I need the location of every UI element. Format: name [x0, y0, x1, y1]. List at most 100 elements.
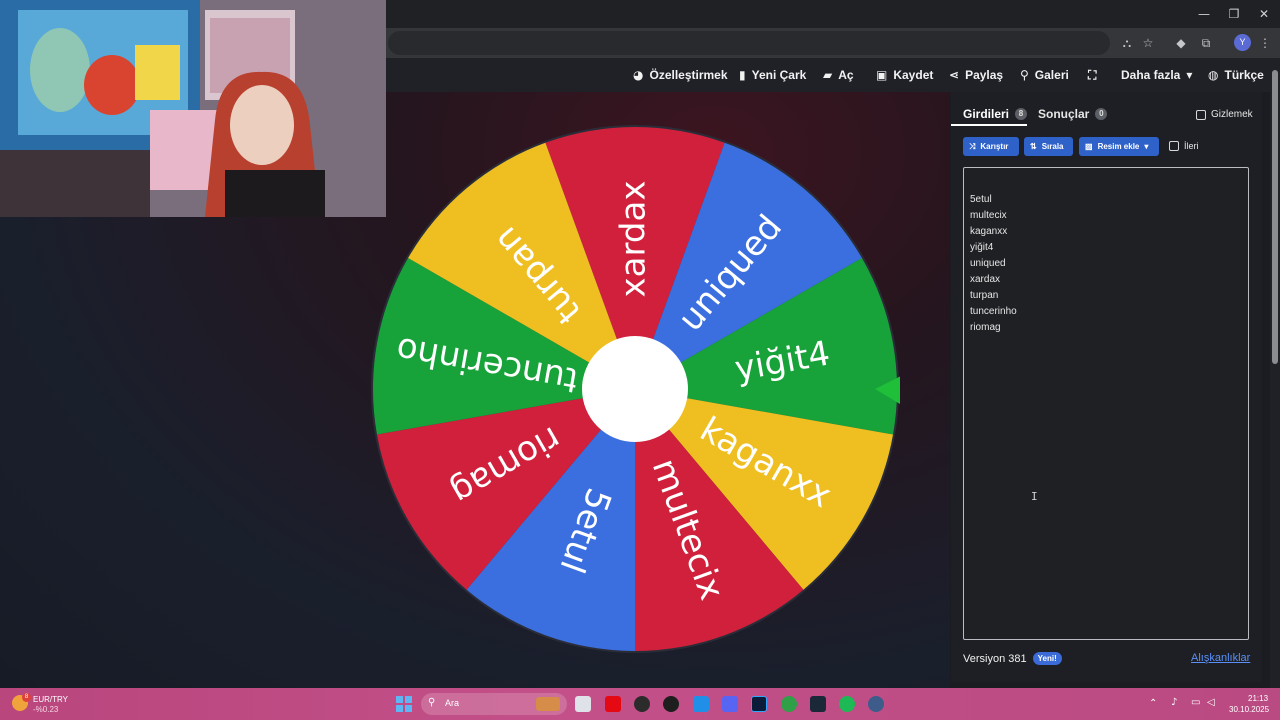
tab-entries-label: Girdileri: [963, 107, 1010, 121]
editor-icon[interactable]: [693, 696, 709, 712]
sort-button[interactable]: ⇅ Sırala: [1024, 137, 1073, 156]
active-tab-indicator: [951, 124, 1027, 126]
wheel-center-hub[interactable]: [582, 336, 688, 442]
sort-icon: ⇅: [1030, 142, 1037, 151]
search-icon: ⚲: [1020, 68, 1029, 82]
app-icon[interactable]: [663, 696, 679, 712]
advanced-checkbox[interactable]: İleri: [1169, 141, 1199, 151]
url-omnibox[interactable]: [388, 31, 1110, 55]
scrollbar-thumb[interactable]: [1272, 70, 1278, 364]
webcam-image: [0, 0, 386, 217]
open-button[interactable]: ▰ Aç: [823, 67, 854, 83]
globe-icon: ◍: [1208, 68, 1219, 82]
webcam-overlay: [0, 0, 386, 217]
entries-count-badge: 8: [1015, 108, 1028, 120]
puzzle-icon[interactable]: ⧉: [1197, 34, 1215, 52]
entry-line: yiğit4: [970, 242, 994, 253]
extension-icon[interactable]: ◆: [1172, 34, 1190, 52]
entries-textarea[interactable]: 5etul multecix kaganxx yiğit4 uniqued xa…: [963, 167, 1249, 640]
gallery-label: Galeri: [1034, 68, 1069, 82]
page-scrollbar[interactable]: [1270, 58, 1280, 688]
hide-label: Gizlemek: [1211, 109, 1253, 120]
entry-line: tuncerinho: [970, 306, 1017, 317]
network-icon[interactable]: ▭: [1191, 697, 1200, 708]
discord-icon[interactable]: [722, 696, 738, 712]
hide-checkbox[interactable]: Gizlemek: [1196, 109, 1253, 120]
advanced-checkbox-box[interactable]: [1169, 141, 1179, 151]
gallery-button[interactable]: ⚲ Galeri: [1020, 67, 1069, 83]
ticker-change: -%0.23: [33, 705, 59, 714]
language-button[interactable]: ◍ Türkçe: [1208, 67, 1264, 83]
add-image-button[interactable]: ▨ Resim ekle ▾: [1079, 137, 1159, 156]
entry-line: xardax: [970, 274, 1001, 285]
microphone-icon[interactable]: ♪: [1171, 697, 1177, 708]
clock-date[interactable]: 30.10.2025: [1229, 705, 1269, 714]
obs-icon[interactable]: [634, 696, 650, 712]
ticker-name: EUR/TRY: [33, 695, 68, 704]
language-label: Türkçe: [1224, 68, 1264, 82]
bookmark-star-icon[interactable]: ☆: [1139, 34, 1157, 52]
caret-down-icon: ▾: [1144, 142, 1149, 151]
entry-line: riomag: [970, 322, 1001, 333]
entry-line: 5etul: [970, 194, 992, 205]
save-icon: ▣: [876, 68, 888, 82]
task-view-icon[interactable]: [575, 696, 591, 712]
add-image-label: Resim ekle: [1097, 142, 1140, 151]
entry-line: uniqued: [970, 258, 1006, 269]
maximize-button[interactable]: ❐: [1224, 5, 1244, 23]
more-button[interactable]: Daha fazla ▾: [1121, 67, 1192, 83]
share-label: Paylaş: [965, 68, 1004, 82]
file-icon: ▮: [739, 68, 746, 82]
save-button[interactable]: ▣ Kaydet: [876, 67, 933, 83]
tab-results-label: Sonuçlar: [1038, 107, 1090, 121]
tab-entries[interactable]: Girdileri 8: [963, 107, 1028, 121]
folder-open-icon: ▰: [823, 68, 833, 82]
search-icon: ⚲: [428, 697, 436, 708]
hide-checkbox-box[interactable]: [1196, 109, 1206, 120]
spin-wheel[interactable]: xardax uniqued yiğit4 kaganxx multecix 5etul r…: [370, 124, 900, 654]
customize-button[interactable]: ◕ Özelleştirmek: [633, 67, 728, 83]
preferences-link[interactable]: Alışkanlıklar: [1191, 652, 1250, 664]
netflix-icon[interactable]: [605, 696, 621, 712]
tab-results[interactable]: Sonuçlar 0: [1038, 107, 1108, 121]
advanced-label: İleri: [1184, 141, 1199, 151]
taskbar-search[interactable]: ⚲ Ara: [421, 693, 567, 715]
palette-icon: ◕: [633, 68, 644, 82]
start-windows-icon[interactable]: [396, 696, 412, 712]
share-icon: ⋖: [949, 68, 960, 82]
volume-icon[interactable]: ◁: [1207, 697, 1215, 708]
new-wheel-button[interactable]: ▮ Yeni Çark: [739, 67, 806, 83]
profile-avatar[interactable]: Y: [1234, 34, 1251, 51]
version-label: Versiyon 381: [963, 652, 1027, 665]
results-count-badge: 0: [1095, 108, 1108, 120]
save-label: Kaydet: [893, 68, 934, 82]
weather-badge: 8: [22, 693, 31, 702]
search-placeholder: Ara: [445, 698, 460, 708]
minimize-button[interactable]: —: [1194, 5, 1214, 23]
wheel-graphic[interactable]: xardax uniquedyiğit4kaganxxmultecix5etulr…: [370, 124, 900, 654]
entry-line: multecix: [970, 210, 1007, 221]
text-cursor-icon: I: [1031, 490, 1038, 503]
customize-label: Özelleştirmek: [649, 68, 728, 82]
fullscreen-button[interactable]: ⛶: [1088, 67, 1096, 83]
shuffle-label: Karıştır: [980, 142, 1009, 151]
close-window-button[interactable]: ✕: [1254, 5, 1274, 23]
spotify-icon[interactable]: [839, 696, 855, 712]
photoshop-icon[interactable]: [751, 696, 767, 712]
translate-icon[interactable]: ⛬: [1118, 34, 1136, 52]
sort-label: Sırala: [1041, 142, 1064, 151]
fullscreen-icon: ⛶: [1088, 67, 1097, 82]
more-label: Daha fazla: [1121, 68, 1181, 82]
menu-kebab-icon[interactable]: ⋮: [1256, 34, 1274, 52]
search-highlight-icon: [536, 697, 560, 711]
chrome-icon[interactable]: [781, 696, 797, 712]
new-wheel-label: Yeni Çark: [751, 68, 807, 82]
shuffle-button[interactable]: ⤨ Karıştır: [963, 137, 1019, 156]
new-badge[interactable]: Yeni!: [1032, 652, 1062, 665]
clock-time[interactable]: 21:13: [1248, 694, 1268, 703]
windows-taskbar: 8 EUR/TRY -%0.23 ⚲ Ara ⌃ ♪ ▭ ◁ 21:13 30.…: [0, 688, 1280, 720]
share-button[interactable]: ⋖ Paylaş: [949, 67, 1003, 83]
tray-chevron-up-icon[interactable]: ⌃: [1149, 698, 1157, 709]
steam-icon[interactable]: [810, 696, 826, 712]
settings-gear-icon[interactable]: [868, 696, 884, 712]
